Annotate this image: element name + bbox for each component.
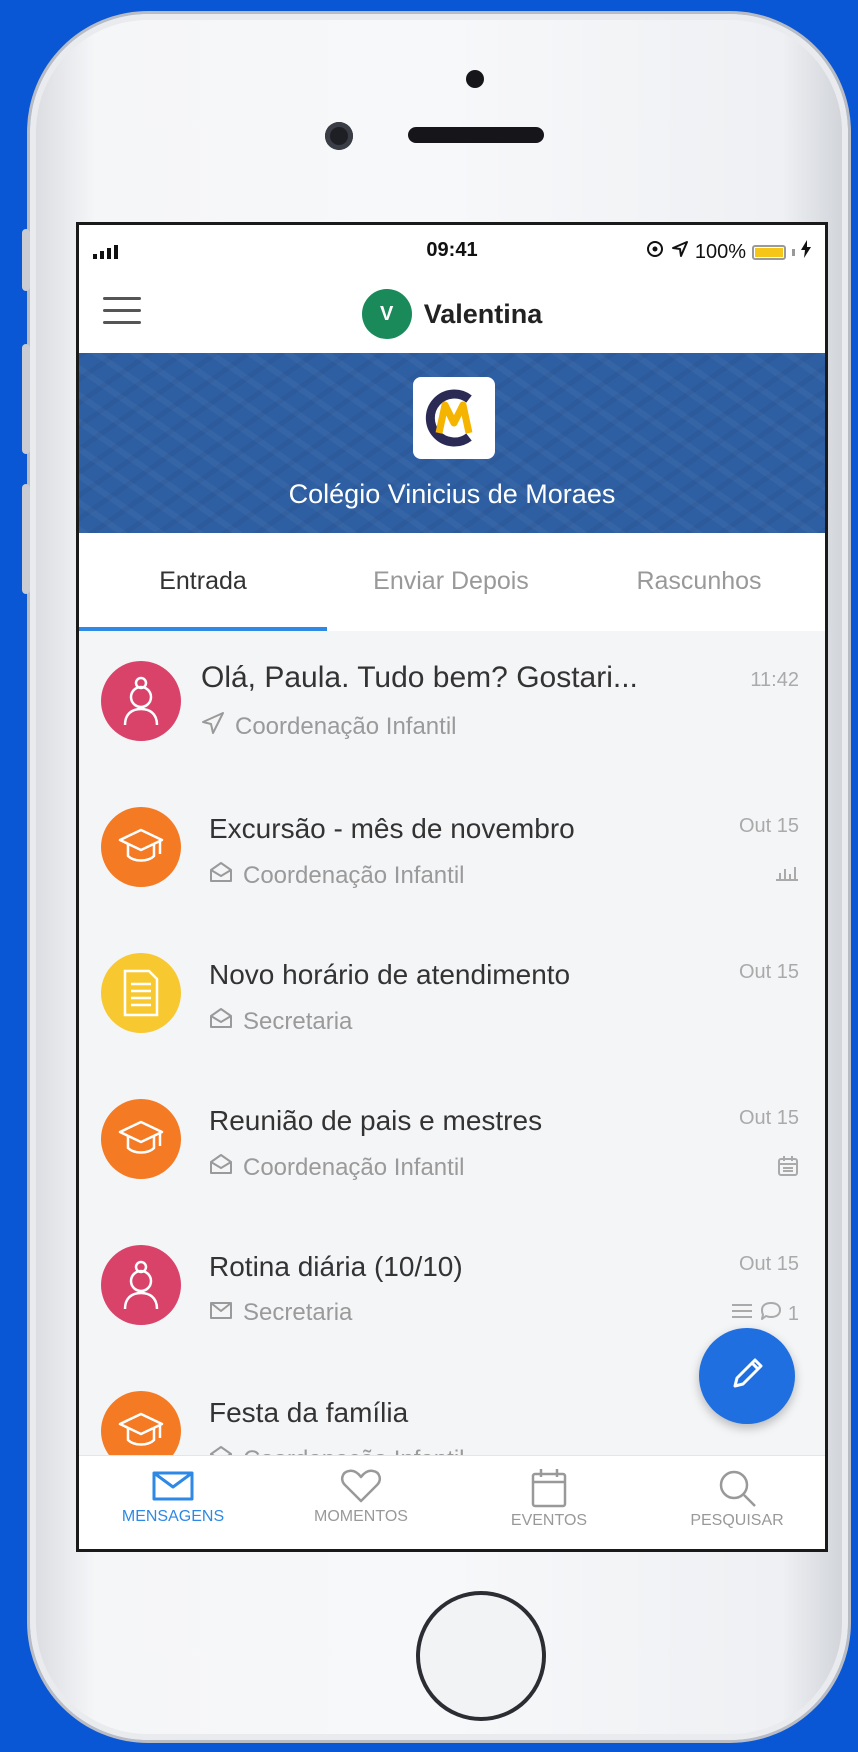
message-meta (775, 863, 799, 887)
bottom-navigation: MENSAGENS MOMENTOS EVENTOS PESQUISAR (79, 1455, 825, 1549)
graduation-cap-icon (101, 807, 181, 887)
sender-name: Secretaria (243, 1007, 353, 1035)
envelope-open-icon (209, 1153, 233, 1182)
message-time: Out 15 (738, 1107, 799, 1129)
battery-tip (792, 248, 795, 256)
heart-icon (267, 1468, 455, 1504)
message-sender: Secretaria (209, 1007, 352, 1036)
nav-label: EVENTOS (510, 1512, 588, 1529)
teacher-icon (101, 1245, 181, 1325)
comment-icon (760, 1301, 782, 1327)
message-title: Reunião de pais e mestres (209, 1105, 543, 1136)
message-row[interactable]: Novo horário de atendimento Secretaria O… (79, 923, 825, 1069)
nav-label: MENSAGENS (121, 1508, 225, 1525)
list-icon (730, 1302, 754, 1326)
compose-button[interactable] (699, 1328, 795, 1424)
charging-bolt-icon (801, 240, 811, 264)
message-sender: Coordenação Infantil (209, 861, 464, 890)
graduation-cap-icon (101, 1099, 181, 1179)
status-right: 100% (645, 239, 811, 265)
earpiece-speaker (408, 127, 544, 143)
tab-enviar-depois[interactable]: Enviar Depois (327, 567, 575, 596)
message-title: Rotina diária (10/10) (209, 1251, 463, 1282)
mute-switch (22, 229, 30, 291)
comment-count: 1 (787, 1302, 799, 1325)
sender-name: Coordenação Infantil (235, 712, 457, 740)
nav-momentos[interactable]: MOMENTOS (267, 1468, 455, 1526)
status-bar: 09:41 100% (79, 225, 825, 273)
envelope-icon (209, 1299, 233, 1327)
message-row[interactable]: Reunião de pais e mestres Coordenação In… (79, 1069, 825, 1215)
sender-name: Coordenação Infantil (243, 861, 465, 889)
send-icon (201, 711, 225, 742)
tab-entrada[interactable]: Entrada (79, 567, 327, 596)
message-sender: Coordenação Infantil (201, 711, 456, 742)
message-time: Out 15 (738, 1253, 799, 1275)
envelope-open-icon (209, 1007, 233, 1036)
message-time: Out 15 (738, 961, 799, 983)
nav-mensagens[interactable]: MENSAGENS (79, 1468, 267, 1526)
front-camera (325, 122, 353, 150)
message-title: Novo horário de atendimento (209, 959, 571, 990)
volume-down-button (22, 484, 30, 594)
location-icon (671, 240, 689, 264)
nav-label: MOMENTOS (314, 1508, 408, 1525)
current-user[interactable]: V Valentina (79, 289, 825, 339)
school-logo (413, 377, 495, 459)
battery-percent: 100% (694, 240, 746, 263)
pencil-icon (725, 1352, 769, 1401)
orientation-lock-icon (645, 239, 665, 265)
school-name: Colégio Vinicius de Moraes (288, 479, 616, 509)
message-time: Out 15 (738, 815, 799, 837)
envelope-icon (79, 1468, 267, 1504)
user-avatar: V (361, 289, 412, 339)
envelope-open-icon (209, 861, 233, 890)
teacher-icon (101, 661, 181, 741)
sender-name: Coordenação Infantil (243, 1153, 465, 1181)
document-icon (101, 953, 181, 1033)
message-row[interactable]: Rotina diária (10/10) Secretaria Out 15 … (79, 1215, 825, 1361)
sender-name: Secretaria (243, 1299, 353, 1326)
message-sender: Secretaria (209, 1299, 352, 1327)
proximity-sensor (466, 70, 484, 88)
school-banner: Colégio Vinicius de Moraes (79, 353, 825, 533)
nav-label: PESQUISAR (690, 1512, 784, 1529)
message-sender: Coordenação Infantil (209, 1153, 464, 1182)
nav-pesquisar[interactable]: PESQUISAR (643, 1468, 825, 1530)
message-title: Festa da família (209, 1397, 409, 1428)
message-title: Excursão - mês de novembro (209, 813, 575, 844)
message-meta: 1 (730, 1301, 799, 1327)
calendar-icon (455, 1468, 643, 1508)
top-navbar: V Valentina (79, 273, 825, 353)
nav-eventos[interactable]: EVENTOS (455, 1468, 643, 1530)
message-meta (777, 1155, 799, 1183)
chart-icon (775, 863, 799, 887)
volume-up-button (22, 344, 30, 454)
message-row[interactable]: Excursão - mês de novembro Coordenação I… (79, 777, 825, 923)
app-screen: 09:41 100% V Valentina Colégio Vinicius … (76, 222, 828, 1552)
home-button[interactable] (416, 1591, 546, 1721)
tab-rascunhos[interactable]: Rascunhos (575, 567, 823, 596)
calendar-icon (777, 1155, 799, 1183)
search-icon (643, 1468, 825, 1508)
message-title: Olá, Paula. Tudo bem? Gostari... (201, 661, 638, 694)
message-time: 11:42 (750, 669, 799, 691)
battery-icon (752, 244, 786, 260)
user-name: Valentina (423, 298, 543, 329)
message-row[interactable]: Olá, Paula. Tudo bem? Gostari... Coorden… (79, 631, 825, 777)
mailbox-tabs: Entrada Enviar Depois Rascunhos (79, 533, 825, 631)
